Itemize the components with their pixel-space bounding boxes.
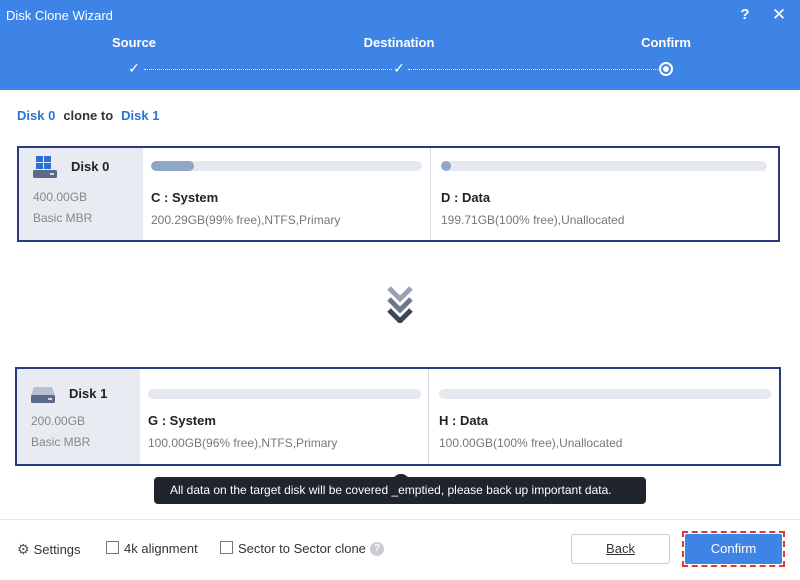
warning-tooltip: All data on the target disk will be cove…: [154, 477, 646, 504]
chevron-double-down-icon: [387, 286, 413, 323]
partition-usage-fill: [441, 161, 451, 171]
sector-clone-checkbox[interactable]: [220, 541, 233, 554]
gear-icon: ⚙: [17, 541, 30, 557]
source-disk-name: Disk 0: [71, 159, 110, 174]
partition-d[interactable]: D : Data 199.71GB(100% free),Unallocated: [433, 148, 778, 240]
step-destination-check-icon: ✓: [393, 60, 405, 76]
target-disk-info: Disk 1 200.00GB Basic MBR: [17, 369, 140, 464]
sector-clone-label[interactable]: Sector to Sector clone: [238, 541, 366, 556]
clone-summary: Disk 0 clone to Disk 1: [17, 108, 159, 123]
confirm-button[interactable]: Confirm: [685, 534, 782, 564]
target-disk-link[interactable]: Disk 1: [121, 108, 159, 123]
step-connector: [144, 69, 392, 70]
target-disk-row[interactable]: Disk 1 200.00GB Basic MBR G : System 100…: [15, 367, 781, 466]
partition-usage-bar: [148, 389, 421, 399]
partition-name: G : System: [148, 413, 216, 428]
close-icon[interactable]: ✕: [770, 5, 788, 25]
partition-h[interactable]: H : Data 100.00GB(100% free),Unallocated: [431, 369, 779, 464]
windows-disk-icon: [33, 156, 57, 178]
clone-to-text: clone to: [63, 108, 114, 123]
question-icon[interactable]: ?: [370, 542, 384, 556]
disk-drive-icon: [31, 387, 55, 403]
partition-usage-fill: [151, 161, 195, 171]
step-source-check-icon: ✓: [128, 60, 140, 76]
back-button[interactable]: Back: [571, 534, 670, 564]
partition-usage-bar: [439, 389, 771, 399]
partition-usage-bar: [151, 161, 422, 171]
partition-detail: 100.00GB(96% free),NTFS,Primary: [148, 436, 338, 450]
partition-detail: 200.29GB(99% free),NTFS,Primary: [151, 213, 341, 227]
help-icon[interactable]: ?: [737, 6, 753, 23]
alignment-checkbox[interactable]: [106, 541, 119, 554]
step-source-label: Source: [111, 35, 157, 50]
partition-detail: 100.00GB(100% free),Unallocated: [439, 436, 623, 450]
partition-g[interactable]: G : System 100.00GB(96% free),NTFS,Prima…: [140, 369, 428, 464]
footer-divider: [0, 519, 800, 520]
source-disk-type: Basic MBR: [33, 211, 93, 225]
partition-name: H : Data: [439, 413, 489, 428]
settings-button[interactable]: ⚙ Settings: [17, 541, 81, 558]
target-disk-name: Disk 1: [69, 386, 108, 401]
step-confirm-label: Confirm: [641, 35, 691, 50]
step-destination-label: Destination: [363, 35, 435, 50]
source-disk-row[interactable]: Disk 0 400.00GB Basic MBR C : System 200…: [17, 146, 780, 242]
target-disk-type: Basic MBR: [31, 435, 91, 449]
partition-divider: [428, 369, 429, 464]
partition-divider: [430, 148, 431, 240]
wizard-header: Disk Clone Wizard ? ✕ Source Destination…: [0, 0, 800, 90]
alignment-label[interactable]: 4k alignment: [124, 541, 198, 556]
step-connector: [408, 69, 658, 70]
source-disk-info: Disk 0 400.00GB Basic MBR: [19, 148, 143, 240]
source-disk-link[interactable]: Disk 0: [17, 108, 55, 123]
target-disk-size: 200.00GB: [31, 414, 86, 428]
partition-c[interactable]: C : System 200.29GB(99% free),NTFS,Prima…: [143, 148, 430, 240]
window-title: Disk Clone Wizard: [6, 8, 113, 23]
partition-name: D : Data: [441, 190, 491, 205]
source-disk-size: 400.00GB: [33, 190, 88, 204]
settings-label: Settings: [33, 542, 81, 557]
partition-usage-bar: [441, 161, 767, 171]
partition-name: C : System: [151, 190, 219, 205]
partition-detail: 199.71GB(100% free),Unallocated: [441, 213, 625, 227]
step-confirm-current-icon: [659, 62, 673, 76]
